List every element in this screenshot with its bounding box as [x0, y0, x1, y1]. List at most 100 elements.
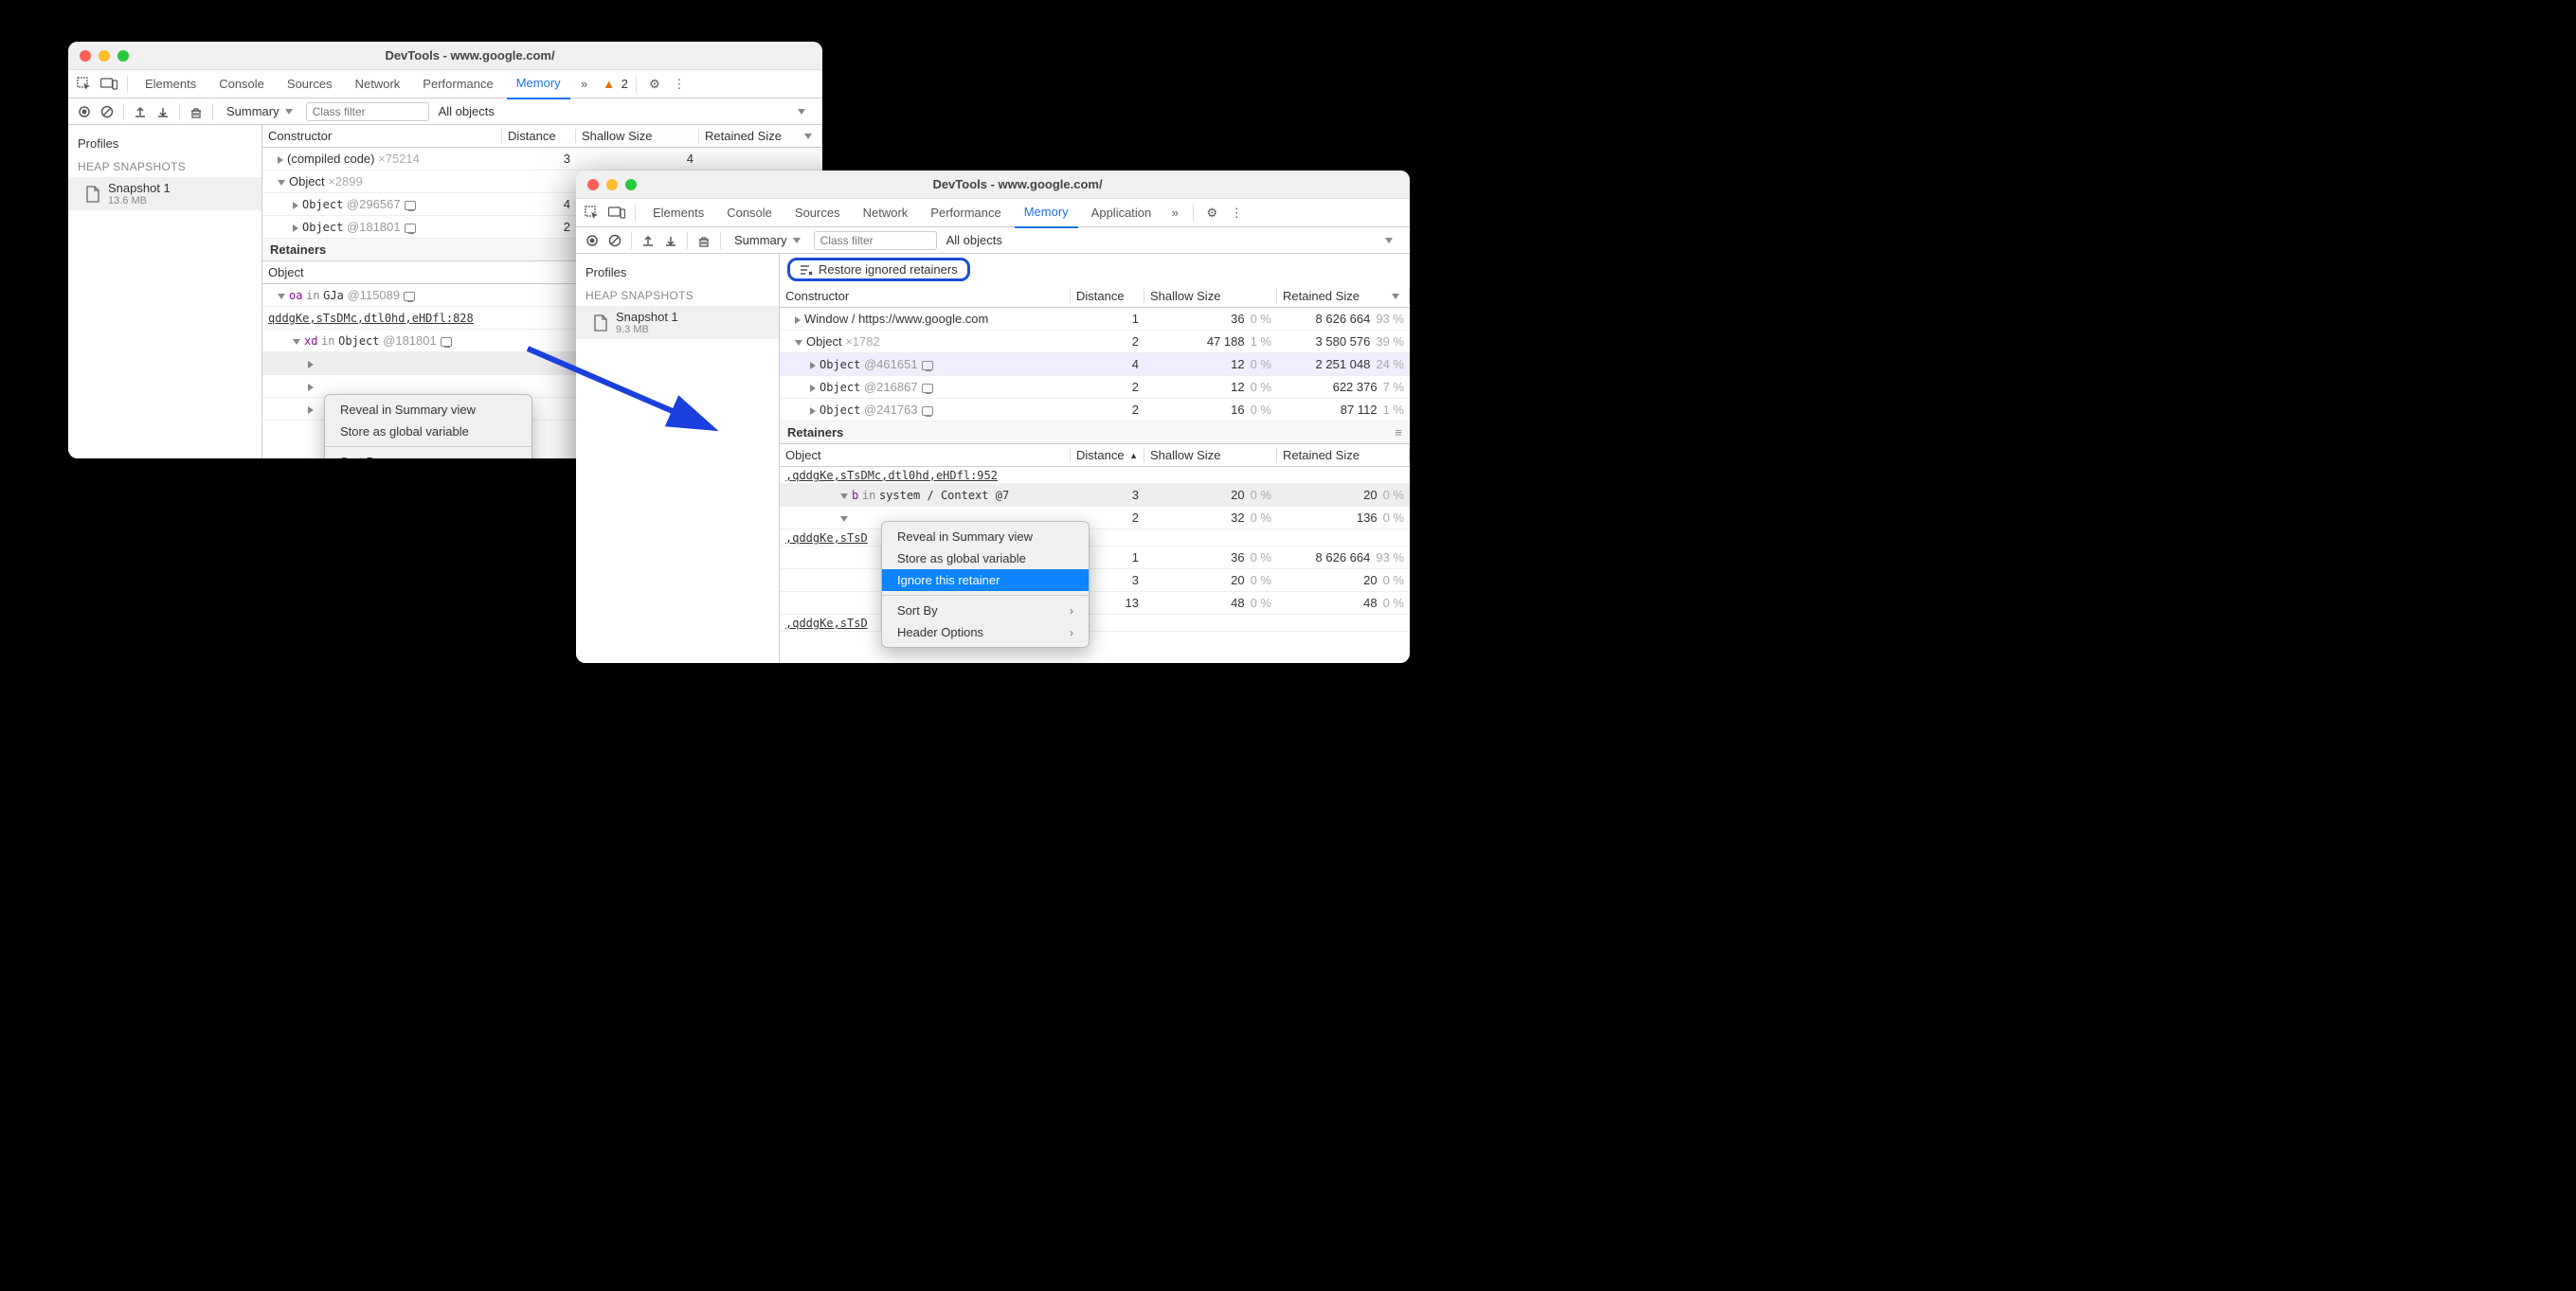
memory-toolbar: Summary All objects: [68, 99, 822, 125]
snapshot-name: Snapshot 1: [616, 310, 678, 324]
view-select[interactable]: Summary: [727, 233, 812, 247]
tab-sources[interactable]: Sources: [785, 199, 850, 227]
tab-console[interactable]: Console: [717, 199, 782, 227]
tab-sources[interactable]: Sources: [278, 70, 342, 99]
scope-select[interactable]: All objects: [431, 104, 817, 118]
col-distance[interactable]: Distance: [502, 129, 576, 143]
table-row[interactable]: b in system / Context @7 3 200 % 200 %: [780, 484, 1410, 507]
class-filter-input[interactable]: [814, 231, 937, 250]
titlebar[interactable]: DevTools - www.google.com/: [68, 42, 822, 70]
tab-elements[interactable]: Elements: [643, 199, 713, 227]
restore-ignored-retainers-button[interactable]: Restore ignored retainers: [787, 258, 970, 281]
tab-memory[interactable]: Memory: [1015, 198, 1078, 228]
scope-label: All objects: [439, 104, 495, 118]
warning-icon[interactable]: ▲: [599, 74, 620, 95]
menu-reveal[interactable]: Reveal in Summary view: [882, 526, 1089, 547]
snapshot-item[interactable]: Snapshot 1 9.3 MB: [576, 306, 779, 339]
context-menu[interactable]: Reveal in Summary view Store as global v…: [881, 521, 1090, 648]
tab-performance[interactable]: Performance: [921, 199, 1010, 227]
clear-icon[interactable]: [604, 230, 625, 251]
maximize-icon[interactable]: [117, 50, 129, 62]
profiles-sidebar: Profiles HEAP SNAPSHOTS Snapshot 1 9.3 M…: [576, 254, 780, 663]
col-retained[interactable]: Retained Size: [1277, 289, 1410, 303]
table-row[interactable]: 13 480 % 480 %: [780, 592, 1410, 615]
more-tabs-icon[interactable]: »: [574, 74, 595, 95]
table-row[interactable]: (compiled code) ×75214 3 4: [262, 148, 822, 170]
table-row[interactable]: ,qddgKe,sTsD: [780, 529, 1410, 547]
table-row[interactable]: 1 360 % 8 626 66493 %: [780, 547, 1410, 569]
col-distance[interactable]: Distance: [1071, 289, 1144, 303]
tab-performance[interactable]: Performance: [413, 70, 502, 99]
kebab-icon[interactable]: ⋮: [1226, 203, 1247, 224]
scope-label: All objects: [946, 233, 1002, 247]
upload-icon[interactable]: [638, 230, 658, 251]
table-row[interactable]: ,qddgKe,sTsDMc,dtl0hd,eHDfl:952: [780, 467, 1410, 484]
tab-network[interactable]: Network: [854, 199, 918, 227]
upload-icon[interactable]: [130, 101, 151, 122]
tab-application[interactable]: Application: [1082, 199, 1162, 227]
maximize-icon[interactable]: [625, 179, 637, 190]
menu-reveal[interactable]: Reveal in Summary view: [325, 399, 531, 421]
record-icon[interactable]: [582, 230, 603, 251]
col-retained[interactable]: Retained Size: [699, 129, 822, 143]
warning-count: 2: [621, 77, 628, 91]
col-shallow[interactable]: Shallow Size: [1144, 289, 1277, 303]
more-tabs-icon[interactable]: »: [1164, 203, 1185, 224]
table-row[interactable]: Window / https://www.google.com 1 360 % …: [780, 308, 1410, 331]
profiles-sidebar: Profiles HEAP SNAPSHOTS Snapshot 1 13.6 …: [68, 125, 262, 458]
gc-icon[interactable]: [694, 230, 714, 251]
inspect-icon[interactable]: [582, 203, 603, 224]
col-object[interactable]: Object: [780, 448, 1071, 462]
close-icon[interactable]: [587, 179, 599, 190]
kebab-icon[interactable]: ⋮: [669, 74, 690, 95]
col-shallow[interactable]: Shallow Size: [1144, 448, 1277, 462]
gear-icon[interactable]: ⚙: [1201, 203, 1222, 224]
menu-sort[interactable]: Sort By›: [882, 600, 1089, 621]
minimize-icon[interactable]: [99, 50, 110, 62]
col-shallow[interactable]: Shallow Size: [576, 129, 699, 143]
menu-ignore-retainer[interactable]: Ignore this retainer: [882, 569, 1089, 591]
record-icon[interactable]: [74, 101, 95, 122]
chevron-down-icon: [798, 109, 805, 115]
table-row[interactable]: Object @241763 2 160 % 87 1121 %: [780, 399, 1410, 421]
device-icon[interactable]: [606, 203, 627, 224]
arrow-annotation: [523, 339, 722, 443]
snapshot-item[interactable]: Snapshot 1 13.6 MB: [68, 177, 261, 210]
snapshot-name: Snapshot 1: [108, 181, 171, 195]
menu-store[interactable]: Store as global variable: [325, 421, 531, 442]
menu-store[interactable]: Store as global variable: [882, 547, 1089, 569]
context-menu[interactable]: Reveal in Summary view Store as global v…: [324, 394, 532, 458]
menu-icon[interactable]: ≡: [1395, 425, 1402, 439]
col-constructor[interactable]: Constructor: [780, 289, 1071, 303]
menu-header-options[interactable]: Header Options›: [882, 621, 1089, 643]
tab-memory[interactable]: Memory: [507, 69, 570, 99]
titlebar[interactable]: DevTools - www.google.com/: [576, 170, 1410, 199]
table-row[interactable]: Object @461651 4 120 % 2 251 04824 %: [780, 353, 1410, 376]
table-row[interactable]: ,qddgKe,sTsD: [780, 615, 1410, 632]
tab-elements[interactable]: Elements: [135, 70, 206, 99]
tab-console[interactable]: Console: [209, 70, 274, 99]
gear-icon[interactable]: ⚙: [644, 74, 665, 95]
table-row[interactable]: Object ×1782 2 47 1881 % 3 580 57639 %: [780, 331, 1410, 353]
table-row[interactable]: 2 320 % 1360 %: [780, 507, 1410, 529]
tab-network[interactable]: Network: [346, 70, 410, 99]
table-row[interactable]: 3 200 % 200 %: [780, 569, 1410, 592]
snapshot-size: 9.3 MB: [616, 324, 678, 335]
class-filter-input[interactable]: [306, 102, 429, 121]
close-icon[interactable]: [80, 50, 91, 62]
col-constructor[interactable]: Constructor: [262, 129, 502, 143]
view-select[interactable]: Summary: [219, 104, 304, 118]
device-icon[interactable]: [99, 74, 119, 95]
inspect-icon[interactable]: [74, 74, 95, 95]
minimize-icon[interactable]: [606, 179, 618, 190]
menu-sort[interactable]: Sort By›: [325, 451, 531, 458]
download-icon[interactable]: [660, 230, 681, 251]
col-retained[interactable]: Retained Size: [1277, 448, 1410, 462]
clear-icon[interactable]: [97, 101, 117, 122]
restore-label: Restore ignored retainers: [819, 262, 958, 277]
download-icon[interactable]: [153, 101, 173, 122]
table-row[interactable]: Object @216867 2 120 % 622 3767 %: [780, 376, 1410, 399]
scope-select[interactable]: All objects: [939, 233, 1404, 247]
col-distance[interactable]: Distance▲: [1071, 448, 1144, 462]
gc-icon[interactable]: [186, 101, 207, 122]
